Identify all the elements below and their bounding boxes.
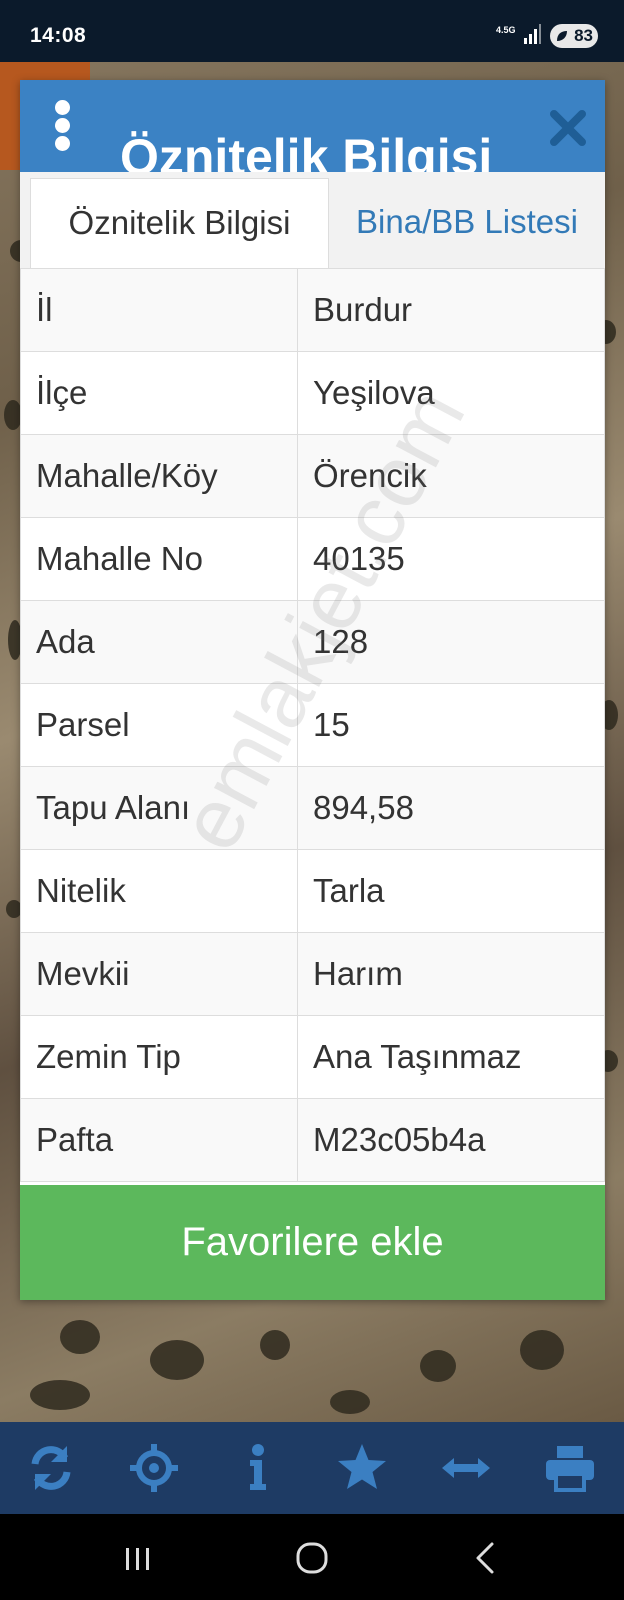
attribute-value: Tarla — [297, 849, 605, 933]
attribute-value: Yeşilova — [297, 351, 605, 435]
add-favorite-button[interactable]: Favorilere ekle — [20, 1185, 605, 1300]
dialog-header: Öznitelik Bilgisi — [20, 80, 605, 172]
attribute-key: Pafta — [20, 1098, 298, 1182]
home-icon[interactable] — [292, 1538, 332, 1578]
tab-attributes[interactable]: Öznitelik Bilgisi — [30, 178, 329, 272]
system-nav-bar — [0, 1514, 624, 1600]
attribute-key: İlçe — [20, 351, 298, 435]
status-bar: 14:08 4.5G 83 — [0, 0, 624, 62]
attribute-key: Nitelik — [20, 849, 298, 933]
attribute-key: Mevkii — [20, 932, 298, 1016]
locate-icon[interactable] — [126, 1440, 182, 1496]
table-row: Mahalle No 40135 — [20, 517, 605, 601]
menu-icon[interactable] — [52, 100, 72, 152]
attribute-value: Ana Taşınmaz — [297, 1015, 605, 1099]
bottom-toolbar — [0, 1422, 624, 1514]
tab-building-list[interactable]: Bina/BB Listesi — [329, 178, 605, 272]
attribute-key: Parsel — [20, 683, 298, 767]
status-time: 14:08 — [30, 24, 87, 47]
attribute-key: İl — [20, 268, 298, 352]
attribute-value: 40135 — [297, 517, 605, 601]
battery-level: 83 — [574, 26, 593, 45]
attribute-value: 128 — [297, 600, 605, 684]
table-row: İl Burdur — [20, 268, 605, 352]
info-icon[interactable] — [230, 1440, 286, 1496]
table-row: Zemin Tip Ana Taşınmaz — [20, 1015, 605, 1099]
attribute-key: Mahalle No — [20, 517, 298, 601]
attribute-value: 15 — [297, 683, 605, 767]
tab-bar: Öznitelik Bilgisi Bina/BB Listesi — [20, 172, 605, 272]
attribute-value: Örencik — [297, 434, 605, 518]
close-icon[interactable] — [548, 108, 588, 148]
table-row: Tapu Alanı 894,58 — [20, 766, 605, 850]
measure-icon[interactable] — [438, 1440, 494, 1496]
attribute-table: İl Burdur İlçe Yeşilova Mahalle/Köy Örencik Ma… — [20, 268, 605, 1182]
attribute-value: 894,58 — [297, 766, 605, 850]
refresh-icon[interactable] — [23, 1440, 79, 1496]
table-row: Nitelik Tarla — [20, 849, 605, 933]
attribute-key: Tapu Alanı — [20, 766, 298, 850]
table-row: Pafta M23c05b4a — [20, 1098, 605, 1182]
table-row: Ada 128 — [20, 600, 605, 684]
print-icon[interactable] — [542, 1440, 598, 1496]
star-icon[interactable] — [334, 1440, 390, 1496]
battery-icon: 83 — [550, 24, 598, 48]
attribute-value: Harım — [297, 932, 605, 1016]
attribute-value: Burdur — [297, 268, 605, 352]
signal-icon — [524, 24, 541, 44]
attribute-key: Mahalle/Köy — [20, 434, 298, 518]
back-icon[interactable] — [466, 1538, 506, 1578]
attribute-dialog: Öznitelik Bilgisi Öznitelik Bilgisi Bina… — [20, 80, 605, 1300]
attribute-value: M23c05b4a — [297, 1098, 605, 1182]
table-row: Mevkii Harım — [20, 932, 605, 1016]
attribute-key: Ada — [20, 600, 298, 684]
table-row: Parsel 15 — [20, 683, 605, 767]
table-row: Mahalle/Köy Örencik — [20, 434, 605, 518]
dialog-title: Öznitelik Bilgisi — [120, 129, 493, 172]
network-icon: 4.5G — [496, 25, 516, 35]
recent-apps-icon[interactable] — [118, 1538, 158, 1578]
attribute-key: Zemin Tip — [20, 1015, 298, 1099]
table-row: İlçe Yeşilova — [20, 351, 605, 435]
